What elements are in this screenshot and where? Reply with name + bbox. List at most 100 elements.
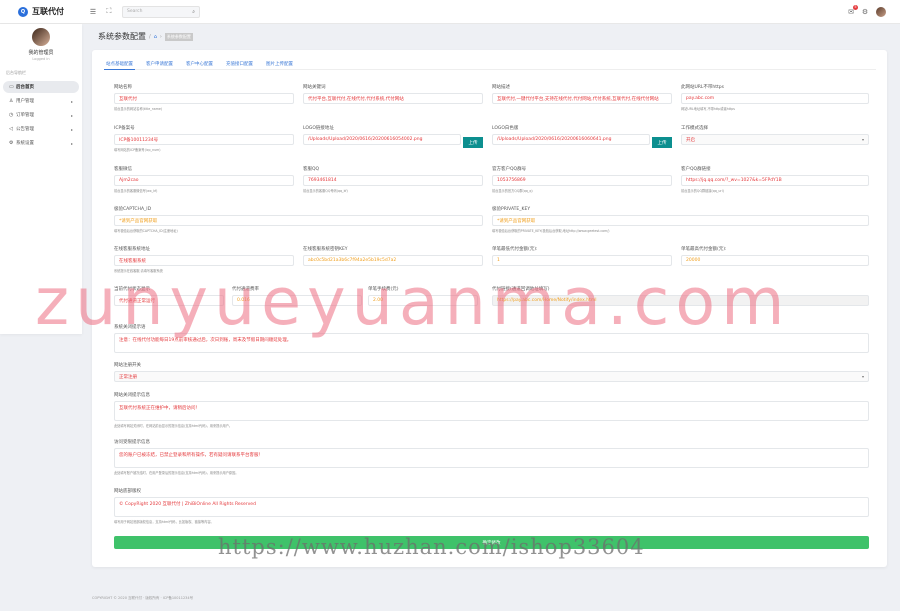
search-input[interactable]: Search ⌕ <box>122 5 200 18</box>
field-label: 工作模式选择 <box>681 126 708 131</box>
field-label: 单笔手续费(元) <box>368 287 399 292</box>
fee-rate-input[interactable]: 0.016 <box>232 295 362 306</box>
settings-icon[interactable]: ⚙ <box>860 7 870 17</box>
user-icon: ♙ <box>9 98 14 104</box>
register-switch-select[interactable]: 正常注册 ▾ <box>114 371 869 382</box>
field-label: 官方客户QQ群号 <box>492 167 527 172</box>
sidebar-item-dashboard[interactable]: ▭ 后台首页 <box>3 81 79 93</box>
service-system-input[interactable]: 在线客服系统 <box>114 255 294 266</box>
field-captcha-id: 极验CAPTCHA_ID *请到产品官网获取 填写极验后台获取的CAPTCHA_… <box>114 206 483 233</box>
notification-icon[interactable]: ✉ 5 <box>848 4 858 16</box>
close-reason-textarea[interactable]: 注意：在线代付功能每日19点前审核通过后，次日到账，周末及节假日期间顺延处理。 <box>114 333 869 353</box>
qq-group-link-input[interactable]: https://jq.qq.com/?_wv=1027&k=5FPdY1B <box>681 175 869 186</box>
field-label: 网站底部版权 <box>114 489 141 494</box>
field-hint: 填写极验后台获取的CAPTCHA_ID(注册地址) <box>114 229 178 233</box>
tab-site-basic[interactable]: 站点基础配置 <box>104 58 135 70</box>
service-key-input[interactable]: abc0c5bd21a3b6c7f94a2e5b19c5d7a2 <box>303 255 483 266</box>
field-domain: 此网站URL不带https pay.abc.com 网站URL地址填写,不带ht… <box>681 84 869 111</box>
home-icon[interactable]: ⌂ <box>154 34 157 40</box>
field-register-switch: 网站注册开关 正常注册 ▾ <box>114 362 869 382</box>
chevron-down-icon: ▾ <box>861 374 864 379</box>
field-label: 客户QQ群链接 <box>681 167 711 172</box>
field-label: 在线客服系统地址 <box>114 247 150 252</box>
sidebar-item-label: 用户管理 <box>16 99 34 104</box>
menu-toggle-icon[interactable]: ☰ <box>88 7 98 17</box>
copyright-textarea[interactable]: © CopyRight 2020 互联代付 | ZhiBiOnline All … <box>114 497 869 517</box>
field-qq: 客服QQ 7693461814 前台显示的客服QQ号码(qq_kf) <box>303 166 483 193</box>
field-label: 系统关闭提示语 <box>114 325 146 330</box>
field-hint: 网站URL地址填写,不带http或者https <box>681 107 735 111</box>
field-private-key: 极验PRIVATE_KEY *请到产品官网获取 填写极验后台获取的PRIVATE… <box>492 206 869 233</box>
field-notify-url: 代付链接(通道回调地址填写) https://pay.abc.com/Home/… <box>492 286 869 306</box>
sidebar-item-users[interactable]: ♙ 用户管理 ▸ <box>3 95 79 107</box>
field-label: 极验PRIVATE_KEY <box>492 207 531 212</box>
logo-white-upload-button[interactable]: 上传 <box>652 137 672 148</box>
chevron-down-icon: ▾ <box>861 137 864 142</box>
field-site-name: 网站名称 互联代付 前台显示的网站名称(title_name) <box>114 84 294 111</box>
sidebar-item-notices[interactable]: ◁ 公告管理 ▸ <box>3 123 79 135</box>
breadcrumb-separator: / <box>149 33 151 40</box>
field-visitor-notice: 访问受限提示信息 您的账户已被冻结，已禁止登录和所有操作，若有疑问请联系平台客服… <box>114 439 869 475</box>
sidebar-item-orders[interactable]: ◷ 订单管理 ▸ <box>3 109 79 121</box>
submit-button[interactable]: 确定修改 <box>114 536 869 549</box>
field-label: 单笔最高代付金额(元): <box>681 247 727 252</box>
field-label: 客服微信 <box>114 167 132 172</box>
notify-url-input[interactable]: https://pay.abc.com/Home/Notify/index.ht… <box>492 295 869 306</box>
logo-white-input[interactable]: /Uploads/Upload/2020/0616/20200616060641… <box>492 134 650 145</box>
user-avatar[interactable] <box>32 28 50 46</box>
field-label: 代付链接(通道回调地址填写) <box>492 287 550 292</box>
service-wx-input[interactable]: Ajm2cao <box>114 175 294 186</box>
tab-customer-center[interactable]: 客户中心配置 <box>184 58 215 70</box>
field-hint: 系统提示在线客服,请填写客服系统 <box>114 269 163 273</box>
logo-upload-button[interactable]: 上传 <box>463 137 483 148</box>
work-mode-select[interactable]: 开启 ▾ <box>681 134 869 145</box>
qq-input[interactable]: 7693461814 <box>303 175 483 186</box>
logo-input[interactable]: /Uploads/Upload/2020/0616/20200616054002… <box>303 134 461 145</box>
field-service-system: 在线客服系统地址 在线客服系统 系统提示在线客服,请填写客服系统 <box>114 246 294 273</box>
site-notice-textarea[interactable]: 互联代付系统正在维护中，请稍后访问！ <box>114 401 869 421</box>
brand-name: 互联代付 <box>32 7 64 16</box>
field-logo: LOGO链接地址 /Uploads/Upload/2020/0616/20200… <box>303 125 483 148</box>
tab-image-upload[interactable]: 图片上传配置 <box>264 58 295 70</box>
captcha-id-input[interactable]: *请到产品官网获取 <box>114 215 483 226</box>
fullscreen-icon[interactable]: ⛶ <box>104 7 114 17</box>
field-copyright: 网站底部版权 © CopyRight 2020 互联代付 | ZhiBiOnli… <box>114 488 869 524</box>
search-icon[interactable]: ⌕ <box>192 9 195 15</box>
chevron-right-icon: ▸ <box>70 140 73 146</box>
select-value: 正常注册 <box>119 374 137 380</box>
sidebar-item-label: 公告管理 <box>16 127 34 132</box>
field-label: 当前代付状态显示 <box>114 287 150 292</box>
sidebar-item-settings[interactable]: ⚙ 系统设置 ▸ <box>3 137 79 149</box>
qq-group-input[interactable]: 1053756869 <box>492 175 672 186</box>
field-fee-rate: 代付通道费率 0.016 <box>232 286 362 306</box>
visitor-notice-textarea[interactable]: 您的账户已被冻结，已禁止登录和所有操作，若有疑问请联系平台客服！ <box>114 448 869 468</box>
site-name-input[interactable]: 互联代付 <box>114 93 294 104</box>
tab-recharge[interactable]: 充值接口配置 <box>224 58 255 70</box>
avatar[interactable] <box>876 6 886 17</box>
field-hint: 前台显示的客服微信号(wx_kf) <box>114 189 158 193</box>
private-key-input[interactable]: *请到产品官网获取 <box>492 215 869 226</box>
icp-input[interactable]: ICP备10011234号 <box>114 134 294 145</box>
max-amount-input[interactable]: 20000 <box>681 255 869 266</box>
brand[interactable]: Q 互联代付 <box>0 6 82 17</box>
min-amount-input[interactable]: 1 <box>492 255 672 266</box>
tab-customer-apply[interactable]: 客户申请配置 <box>144 58 175 70</box>
notification-badge: 5 <box>853 4 858 10</box>
page-footer: COPYRIGHT © 2020 互联代付 · 版权所有 · ICP备10011… <box>92 596 194 600</box>
status-display-input[interactable]: 代付通道正常运行 <box>114 295 224 306</box>
description-input[interactable]: 互联代付,一键代付平台,支持在线代付,代付网站,代付系统,互联代付,在线代付网站 <box>492 93 672 104</box>
field-label: 网站关键词 <box>303 85 326 90</box>
domain-input[interactable]: pay.abc.com <box>681 93 869 104</box>
field-service-key: 在线客服系统密钥KEY abc0c5bd21a3b6c7f94a2e5b19c5… <box>303 246 483 266</box>
field-label: LOGO链接地址 <box>303 126 334 131</box>
sidebar-item-label: 订单管理 <box>16 113 34 118</box>
field-hint: 填写网站的ICP备案号(icp_num) <box>114 148 161 152</box>
user-panel: 我的管理员 Logged in <box>0 24 82 61</box>
field-qq-group: 官方客户QQ群号 1053756869 前台显示的官方QQ群(qq_q) <box>492 166 672 193</box>
chevron-right-icon: ▸ <box>70 112 73 118</box>
field-single-fee: 单笔手续费(元) 2.00 <box>368 286 478 306</box>
single-fee-input[interactable]: 2.00 <box>368 295 478 306</box>
field-hint: 填写用于网站底部版权信息，支持html代码，比如版权、链接等内容。 <box>114 520 214 524</box>
field-close-reason: 系统关闭提示语 注意：在线代付功能每日19点前审核通过后，次日到账，周末及节假日… <box>114 324 869 353</box>
keywords-input[interactable]: 代付平台,互联代付,在线代付,代付系统,代付网站 <box>303 93 483 104</box>
